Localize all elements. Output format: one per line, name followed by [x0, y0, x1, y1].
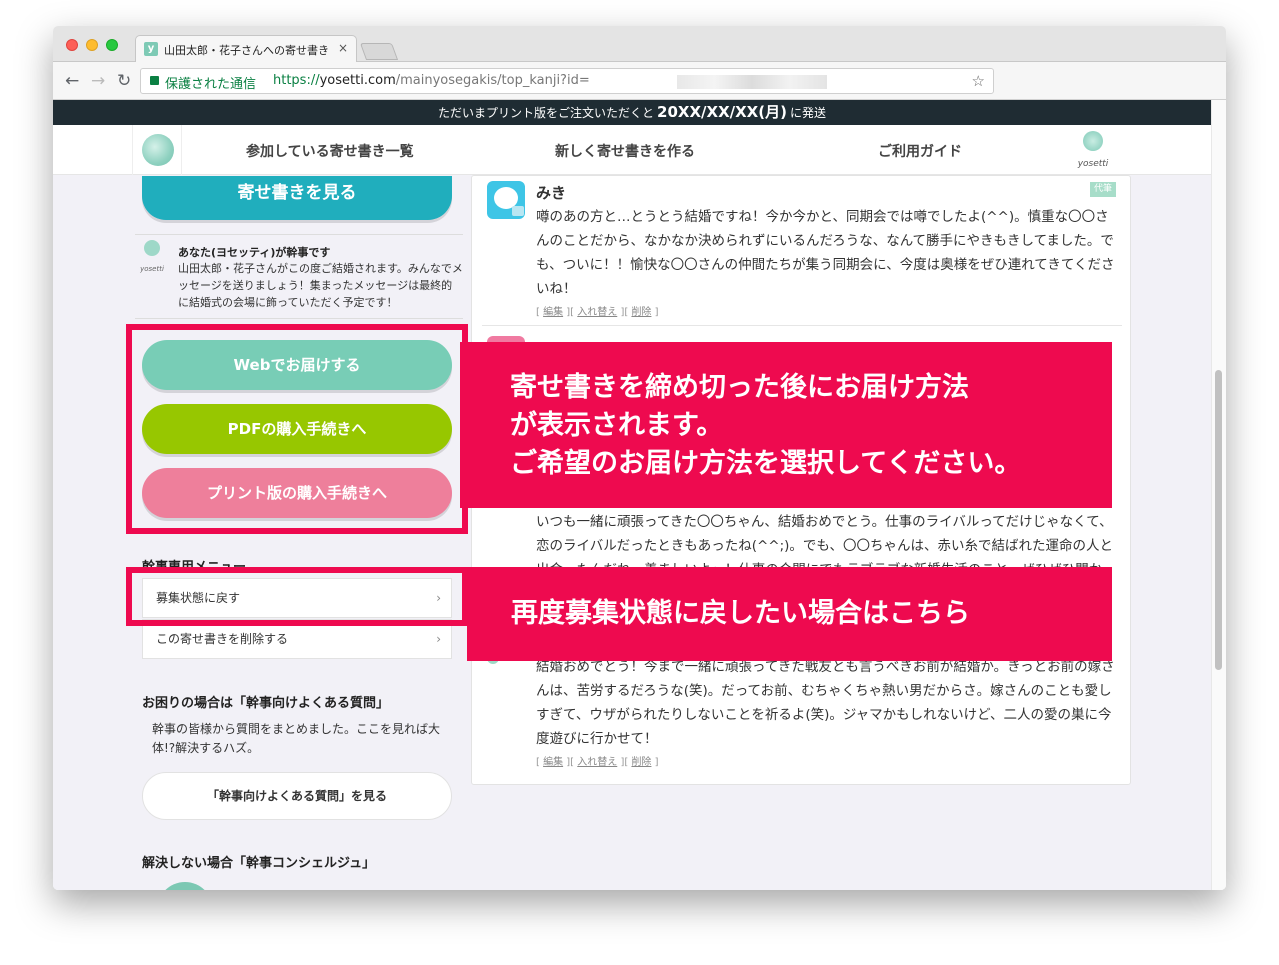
message-actions: [ 編集 ][ 入れ替え ][ 削除 ] — [536, 757, 659, 768]
delivery-options-highlight — [126, 324, 468, 534]
message-actions: [ 編集 ][ 入れ替え ][ 削除 ] — [536, 307, 659, 318]
new-tab-button[interactable] — [359, 43, 399, 60]
concierge-avatar — [157, 882, 213, 890]
scrollbar-thumb[interactable] — [1215, 370, 1222, 670]
nav-create-new[interactable]: 新しく寄せ書きを作る — [555, 141, 695, 161]
message-body: 結婚おめでとう！今まで一緒に頑張ってきた戦友とも言うべきお前が結婚か。きっとお前… — [536, 659, 1115, 747]
back-arrow-icon[interactable]: ← — [65, 71, 79, 91]
nav-joined-list[interactable]: 参加している寄せ書き一覧 — [246, 141, 414, 161]
edit-link[interactable]: 編集 — [543, 307, 563, 318]
blurred-id — [677, 75, 827, 89]
page-content: ただいまプリント版をご注文いただくと 20XX/XX/XX(月) に発送 参加してい… — [53, 100, 1226, 890]
yosetti-notice-icon: yosetti — [138, 240, 166, 273]
delete-link[interactable]: 削除 — [631, 307, 651, 318]
tab-bar: y 山田太郎・花子さんへの寄せ書き × — [53, 26, 1226, 63]
user-avatar-icon — [487, 181, 525, 219]
edit-link[interactable]: 編集 — [543, 757, 563, 768]
faq-button[interactable]: 「幹事向けよくある質問」を見る — [142, 772, 452, 820]
divider — [482, 325, 1122, 326]
site-logo-icon[interactable] — [132, 125, 182, 175]
reopen-menu-highlight — [126, 567, 468, 626]
yosetti-brand-icon[interactable]: yosetti — [1075, 131, 1111, 171]
close-tab-icon[interactable]: × — [338, 41, 348, 55]
close-window-button[interactable] — [66, 39, 78, 51]
swap-link[interactable]: 入れ替え — [577, 757, 617, 768]
site-header: 参加している寄せ書き一覧 新しく寄せ書きを作る ご利用ガイド yosetti — [53, 125, 1211, 175]
message-body: 噂のあの方と…とうとう結婚ですね！今か今かと、同期会では噂でしたよ(^^)。慎重… — [536, 209, 1115, 297]
view-yosegaki-button[interactable]: 寄せ書きを見る — [142, 176, 452, 220]
bookmark-star-icon[interactable]: ☆ — [972, 72, 985, 90]
url-text: https://yosetti.com/mainyosegakis/top_ka… — [273, 73, 590, 88]
faq-title: お困りの場合は「幹事向けよくある質問」 — [142, 696, 390, 711]
reload-icon[interactable]: ↻ — [117, 71, 131, 91]
secure-label: 保護された通信 — [165, 77, 257, 92]
message-author: みき — [536, 184, 567, 202]
notice-title: あなた(ヨセッティ)が幹事です — [178, 246, 331, 259]
proxy-badge: 代筆 — [1090, 182, 1116, 197]
maximize-window-button[interactable] — [106, 39, 118, 51]
organizer-notice: yosetti あなた(ヨセッティ)が幹事です 山田太郎・花子さんがこの度ご結婚… — [135, 234, 463, 319]
address-bar: ← → ↻ 保護された通信 https://yosetti.com/mainyo… — [53, 62, 1226, 100]
yosetti-favicon-icon: y — [144, 42, 158, 56]
faq-text: 幹事の皆様から質問をまとめました。ここを見れば大体!?解決するハズ。 — [152, 722, 441, 755]
nav-guide[interactable]: ご利用ガイド — [878, 141, 962, 161]
notice-body: 山田太郎・花子さんがこの度ご結婚されます。みんなでメッセージを送りましょう！集ま… — [178, 262, 463, 309]
minimize-window-button[interactable] — [86, 39, 98, 51]
forward-arrow-icon[interactable]: → — [91, 71, 105, 91]
reopen-callout: 再度募集状態に戻したい場合はこちら — [467, 567, 1112, 661]
lock-icon — [150, 76, 159, 85]
swap-link[interactable]: 入れ替え — [577, 307, 617, 318]
browser-window: y 山田太郎・花子さんへの寄せ書き × ← → ↻ 保護された通信 https:… — [53, 26, 1226, 890]
delete-link[interactable]: 削除 — [631, 757, 651, 768]
concierge-title: 解決しない場合「幹事コンシェルジュ」 — [142, 856, 376, 871]
browser-tab[interactable]: y 山田太郎・花子さんへの寄せ書き × — [135, 35, 357, 63]
url-field[interactable]: 保護された通信 https://yosetti.com/mainyosegaki… — [140, 68, 994, 94]
delivery-callout: 寄せ書きを締め切った後にお届け方法 が表示されます。 ご希望のお届け方法を選択し… — [460, 342, 1112, 508]
shipping-announcement: ただいまプリント版をご注文いただくと 20XX/XX/XX(月) に発送 — [53, 100, 1211, 125]
tab-title: 山田太郎・花子さんへの寄せ書き — [164, 44, 329, 57]
